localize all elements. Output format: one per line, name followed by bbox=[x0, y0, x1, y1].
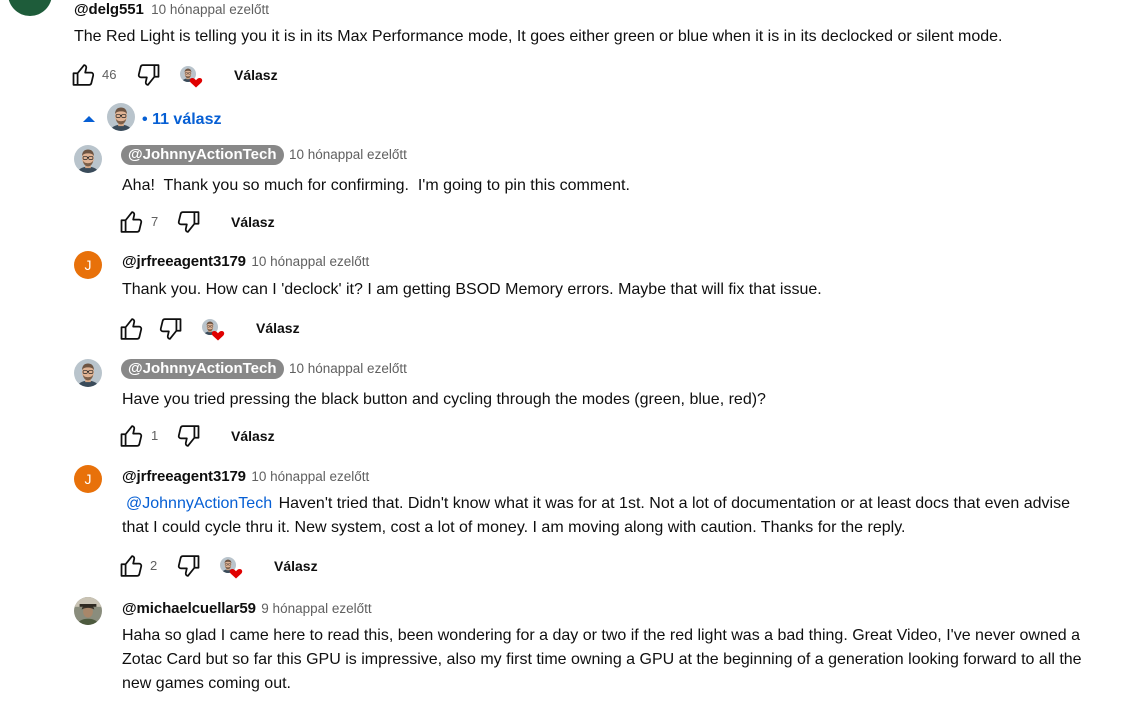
like-count: 1 bbox=[151, 428, 159, 443]
comment-author[interactable]: @delg551 bbox=[74, 1, 144, 18]
dislike-icon bbox=[156, 315, 184, 343]
like-button[interactable] bbox=[118, 208, 146, 236]
like-icon bbox=[118, 315, 146, 343]
avatar[interactable] bbox=[74, 597, 102, 625]
comment-time[interactable]: 9 hónappal ezelőtt bbox=[261, 601, 371, 616]
comment-time[interactable]: 10 hónappal ezelőtt bbox=[289, 147, 407, 162]
top-comment-header: @delg551 10 hónappal ezelőtt bbox=[74, 1, 269, 19]
comment-text-line: that I could cycle thru it. New system, … bbox=[122, 519, 906, 536]
comment-time[interactable]: 10 hónappal ezelőtt bbox=[151, 2, 269, 17]
replies-bullet: • bbox=[142, 111, 148, 128]
replies-count-label[interactable]: 11 válasz bbox=[152, 111, 221, 128]
dislike-button[interactable] bbox=[174, 552, 202, 580]
comment-author[interactable]: @jrfreeagent3179 bbox=[122, 253, 246, 270]
dislike-button[interactable] bbox=[156, 315, 184, 343]
reply-button[interactable]: Válasz bbox=[274, 558, 318, 574]
like-icon bbox=[118, 422, 146, 450]
avatar[interactable]: J bbox=[74, 465, 102, 493]
reply-header: @michaelcuellar59 9 hónappal ezelőtt bbox=[122, 600, 372, 618]
like-icon bbox=[118, 552, 146, 580]
reply-button[interactable]: Válasz bbox=[231, 214, 275, 230]
dislike-button[interactable] bbox=[174, 422, 202, 450]
dislike-icon bbox=[174, 552, 202, 580]
dislike-icon bbox=[134, 61, 162, 89]
creator-heart-icon bbox=[229, 569, 243, 579]
like-icon bbox=[70, 61, 98, 89]
reply-header: @JohnnyActionTech 10 hónappal ezelőtt bbox=[121, 145, 407, 165]
dislike-icon bbox=[174, 422, 202, 450]
avatar[interactable] bbox=[74, 359, 102, 387]
top-comment-avatar[interactable] bbox=[8, 0, 52, 16]
comment-text-line: Haha so glad I came here to read this, b… bbox=[122, 627, 1080, 644]
comment-text-part: Haven't tried that. Didn't know what it … bbox=[278, 495, 1070, 512]
reply-button[interactable]: Válasz bbox=[256, 320, 300, 336]
comment-author-creator[interactable]: @JohnnyActionTech bbox=[121, 359, 284, 379]
creator-heart-icon bbox=[211, 331, 225, 341]
like-button[interactable] bbox=[118, 422, 146, 450]
comment-text: Aha! Thank you so much for confirming. I… bbox=[122, 177, 630, 194]
comment-author[interactable]: @michaelcuellar59 bbox=[122, 600, 256, 617]
comment-text: Have you tried pressing the black button… bbox=[122, 391, 766, 408]
creator-heart-badge bbox=[219, 556, 245, 582]
dislike-button[interactable] bbox=[134, 61, 162, 89]
comment-text-line: new games coming out. bbox=[122, 675, 291, 692]
caret-up-icon bbox=[83, 116, 95, 122]
like-button[interactable] bbox=[118, 552, 146, 580]
avatar[interactable] bbox=[74, 145, 102, 173]
reply-button[interactable]: Válasz bbox=[234, 67, 278, 83]
dislike-icon bbox=[174, 208, 202, 236]
like-count: 7 bbox=[151, 214, 159, 229]
creator-heart-icon bbox=[189, 78, 203, 88]
like-button[interactable] bbox=[118, 315, 146, 343]
mention-link[interactable]: @JohnnyActionTech bbox=[126, 495, 272, 512]
comment-author-creator[interactable]: @JohnnyActionTech bbox=[121, 145, 284, 165]
creator-heart-badge bbox=[201, 318, 227, 344]
creator-heart-badge bbox=[179, 65, 205, 91]
like-count: 46 bbox=[102, 67, 117, 82]
comment-time[interactable]: 10 hónappal ezelőtt bbox=[251, 254, 369, 269]
reply-header: @jrfreeagent3179 10 hónappal ezelőtt bbox=[122, 253, 369, 271]
replies-avatar bbox=[107, 103, 135, 131]
comment-author[interactable]: @jrfreeagent3179 bbox=[122, 468, 246, 485]
comment-text-line: @JohnnyActionTech Haven't tried that. Di… bbox=[122, 492, 1070, 516]
like-count: 2 bbox=[150, 558, 158, 573]
comment-text: Thank you. How can I 'declock' it? I am … bbox=[122, 281, 822, 298]
like-icon bbox=[118, 208, 146, 236]
comment-time[interactable]: 10 hónappal ezelőtt bbox=[251, 469, 369, 484]
dislike-button[interactable] bbox=[174, 208, 202, 236]
reply-header: @JohnnyActionTech 10 hónappal ezelőtt bbox=[121, 359, 407, 379]
avatar[interactable]: J bbox=[74, 251, 102, 279]
replies-toggle[interactable]: • 11 válasz bbox=[80, 103, 240, 133]
comment-time[interactable]: 10 hónappal ezelőtt bbox=[289, 361, 407, 376]
reply-header: @jrfreeagent3179 10 hónappal ezelőtt bbox=[122, 468, 369, 486]
comment-text-line: Zotac Card but so far this GPU is impres… bbox=[122, 651, 1082, 668]
reply-button[interactable]: Válasz bbox=[231, 428, 275, 444]
comment-text: The Red Light is telling you it is in it… bbox=[74, 28, 1003, 45]
like-button[interactable] bbox=[70, 61, 98, 89]
